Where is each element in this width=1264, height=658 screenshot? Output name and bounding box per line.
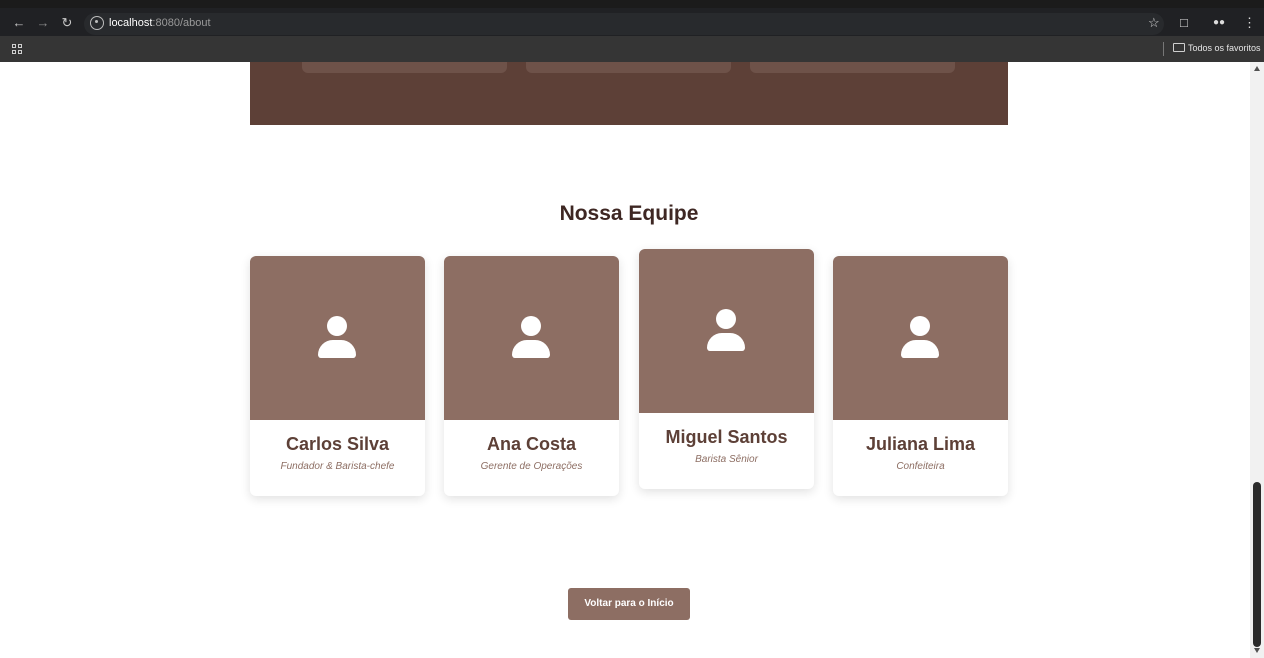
team-photo (833, 256, 1008, 420)
bookmarks-separator (1163, 42, 1164, 56)
team-member-role: Gerente de Operações (480, 461, 583, 472)
hero-card (750, 62, 955, 73)
hero-card (526, 62, 731, 73)
forward-arrow-icon[interactable]: → (34, 14, 52, 32)
scrollbar-thumb[interactable] (1253, 482, 1261, 647)
tab-strip (0, 0, 1264, 8)
folder-icon (1173, 43, 1185, 52)
user-avatar-icon (901, 316, 939, 360)
address-bar[interactable] (84, 13, 1164, 35)
page-scrollbar[interactable] (1250, 62, 1264, 658)
address-url[interactable]: localhost:8080/about (109, 17, 211, 29)
team-member-name: Carlos Silva (285, 434, 390, 454)
user-avatar-icon (512, 316, 550, 360)
team-card: Miguel Santos Barista Sênior (639, 249, 814, 489)
reload-icon[interactable]: ↻ (58, 14, 76, 32)
site-info-icon[interactable] (90, 16, 104, 30)
team-member-role: Fundador & Barista-chefe (280, 461, 395, 472)
team-section-title: Nossa Equipe (559, 202, 699, 225)
team-card: Carlos Silva Fundador & Barista-chefe (250, 256, 425, 496)
page-viewport: Nossa Equipe Carlos Silva Fundador & Bar… (0, 62, 1250, 658)
team-member-role: Confeiteira (896, 461, 945, 472)
team-member-name: Ana Costa (486, 434, 576, 454)
user-avatar-icon (707, 309, 745, 353)
team-member-role: Barista Sênior (695, 454, 758, 465)
team-member-name: Juliana Lima (865, 434, 976, 454)
url-path: :8080/about (152, 17, 211, 29)
team-card: Juliana Lima Confeiteira (833, 256, 1008, 496)
bookmark-star-icon[interactable]: ☆ (1148, 15, 1160, 31)
apps-grid-icon[interactable] (12, 44, 22, 54)
team-member-name: Miguel Santos (665, 427, 788, 447)
team-photo (639, 249, 814, 413)
profile-icon[interactable]: ●● (1213, 15, 1225, 31)
all-bookmarks-link[interactable]: Todos os favoritos (1188, 43, 1261, 53)
url-host: localhost (109, 17, 153, 29)
hero-card (302, 62, 507, 73)
scroll-down-icon[interactable] (1254, 648, 1260, 653)
menu-kebab-icon[interactable]: ⋮ (1243, 15, 1256, 31)
team-photo (444, 256, 619, 420)
back-arrow-icon[interactable]: ← (10, 14, 28, 32)
team-card: Ana Costa Gerente de Operações (444, 256, 619, 496)
hero-section (250, 62, 1008, 125)
back-to-home-button[interactable]: Voltar para o Início (568, 588, 690, 620)
bookmarks-bar (0, 36, 1264, 62)
team-photo (250, 256, 425, 420)
extensions-icon[interactable]: □ (1180, 15, 1188, 31)
user-avatar-icon (318, 316, 356, 360)
scroll-up-icon[interactable] (1254, 66, 1260, 71)
